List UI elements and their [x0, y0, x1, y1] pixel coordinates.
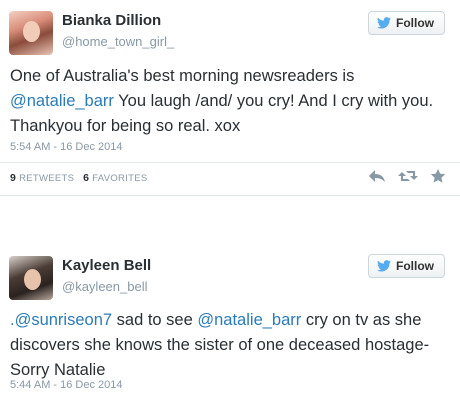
reply-icon[interactable]	[368, 168, 386, 184]
star-icon[interactable]	[430, 168, 446, 184]
tweet-text-part: One of Australia's best morning newsread…	[10, 67, 355, 85]
tweet-stats: 9 RETWEETS 6 FAVORITES	[10, 172, 148, 184]
user-name[interactable]: Kayleen Bell	[62, 257, 151, 274]
follow-label: Follow	[396, 259, 434, 273]
tweet-timestamp[interactable]: 5:54 AM - 16 Dec 2014	[10, 141, 123, 153]
user-name[interactable]: Bianka Dillion	[62, 12, 161, 29]
tweet-text: .@sunriseon7 sad to see @natalie_barr cr…	[10, 308, 450, 383]
avatar[interactable]	[9, 11, 53, 55]
tweet-text: One of Australia's best morning newsread…	[10, 64, 450, 139]
twitter-bird-icon	[377, 17, 391, 29]
avatar-face	[23, 21, 40, 42]
retweet-label[interactable]: RETWEETS	[19, 173, 74, 184]
mention-link[interactable]: @natalie_barr	[10, 92, 114, 110]
tweet-text-part: sad to see	[112, 311, 198, 329]
divider	[0, 162, 460, 163]
tweet-timestamp[interactable]: 5:44 AM - 16 Dec 2014	[10, 379, 123, 391]
follow-label: Follow	[396, 16, 434, 30]
retweet-count[interactable]: 9	[10, 172, 16, 184]
tweet-actions	[368, 168, 446, 184]
follow-button[interactable]: Follow	[368, 254, 445, 278]
user-handle[interactable]: @kayleen_bell	[62, 279, 147, 294]
tweet-card-1: Bianka Dillion @home_town_girl_ Follow O…	[0, 0, 460, 196]
mention-link[interactable]: @natalie_barr	[197, 311, 301, 329]
user-handle[interactable]: @home_town_girl_	[62, 34, 174, 49]
avatar-face	[24, 269, 41, 290]
avatar[interactable]	[9, 256, 53, 300]
follow-button[interactable]: Follow	[368, 11, 445, 35]
favorite-count[interactable]: 6	[83, 172, 89, 184]
favorite-label[interactable]: FAVORITES	[92, 173, 147, 184]
retweet-icon[interactable]	[398, 168, 418, 184]
tweet-card-2: Kayleen Bell @kayleen_bell Follow .@sunr…	[0, 246, 460, 405]
mention-link[interactable]: .@sunriseon7	[10, 311, 112, 329]
twitter-bird-icon	[377, 260, 391, 272]
